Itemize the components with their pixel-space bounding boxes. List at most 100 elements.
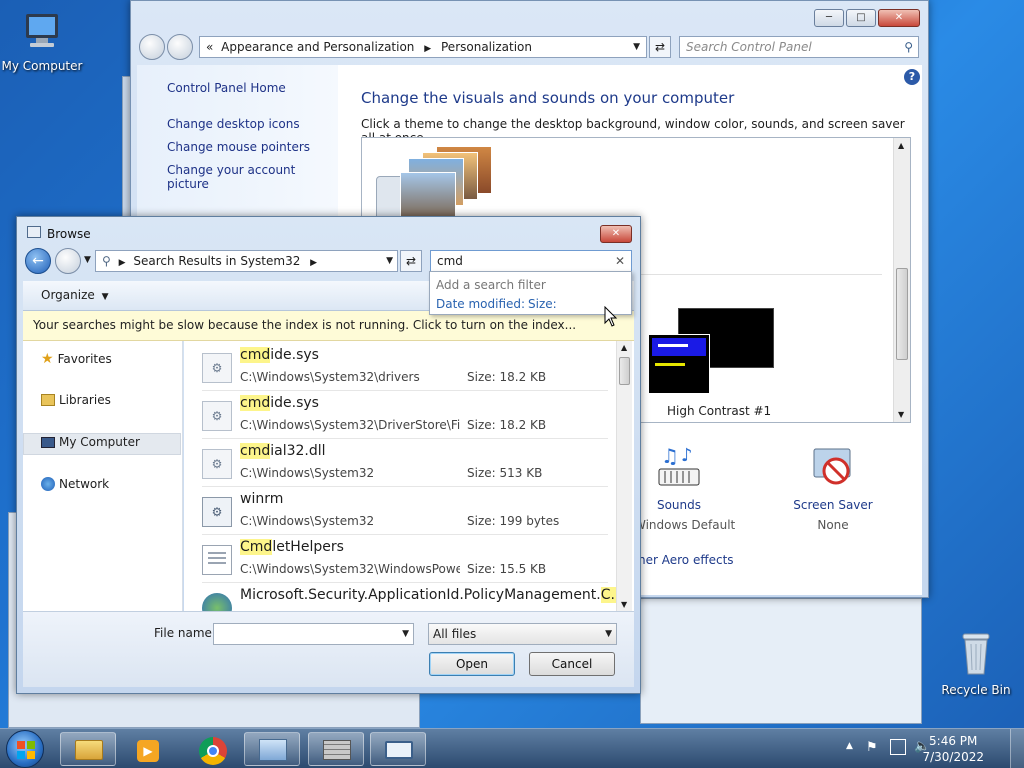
file-name-dropdown-icon[interactable]: ▼ — [402, 624, 409, 644]
tray-network-icon[interactable] — [890, 739, 906, 755]
nav-change-desktop-icons[interactable]: Change desktop icons — [167, 117, 300, 131]
dialog-back-button[interactable]: ← — [25, 248, 51, 274]
aero-effects-link[interactable]: her Aero effects — [638, 553, 734, 567]
nav-favorites[interactable]: ★ Favorites — [41, 351, 112, 367]
history-dropdown-icon[interactable]: ▼ — [84, 255, 91, 265]
address-bar[interactable]: « Appearance and Personalization ▶ Perso… — [199, 36, 647, 58]
maximize-button[interactable]: □ — [846, 9, 876, 27]
result-row[interactable]: ⚙ cmdide.sys C:\Windows\System32\DriverS… — [202, 391, 608, 439]
theme-thumbnail-landscapes[interactable] — [376, 142, 496, 220]
background-window-3 — [640, 598, 922, 724]
computer-icon — [26, 14, 58, 47]
search-icon[interactable]: ⚲ — [904, 37, 913, 57]
close-button[interactable]: ✕ — [878, 9, 920, 27]
scroll-thumb[interactable] — [619, 357, 630, 385]
tray-flag-icon[interactable]: ⚑ — [866, 740, 878, 755]
show-desktop-button[interactable] — [1010, 729, 1024, 768]
help-icon[interactable]: ? — [904, 69, 920, 85]
dialog-search-input[interactable]: cmd ✕ — [430, 250, 632, 272]
chrome-icon — [199, 737, 227, 765]
screen-saver-label: Screen Saver — [793, 498, 873, 512]
start-button[interactable] — [6, 730, 44, 768]
sounds-item[interactable]: ♫ ♪ Sounds Windows Default — [634, 443, 735, 532]
svg-text:♫: ♫ — [661, 444, 679, 468]
dialog-refresh-button[interactable]: ⇄ — [400, 250, 422, 272]
scroll-up-icon[interactable]: ▲ — [621, 343, 627, 352]
taskbar-chrome-button[interactable] — [184, 732, 240, 766]
dialog-navigation-pane: ★ Favorites Libraries My Computer Networ… — [23, 341, 183, 611]
breadcrumb-search-results[interactable]: Search Results in System32 — [133, 254, 300, 268]
cancel-button[interactable]: Cancel — [529, 652, 615, 676]
file-name-rest: ide.sys — [270, 347, 319, 363]
result-row[interactable]: ⚙ cmdide.sys C:\Windows\System32\drivers… — [202, 343, 608, 391]
minimize-button[interactable]: ─ — [814, 9, 844, 27]
scroll-up-icon[interactable]: ▲ — [898, 141, 904, 150]
theme-thumbnail-high-contrast[interactable] — [648, 308, 774, 398]
scroll-down-icon[interactable]: ▼ — [898, 410, 904, 419]
taskbar-control-panel-button[interactable] — [244, 732, 300, 766]
screen-saver-item[interactable]: Screen Saver None — [778, 443, 888, 532]
taskbar-explorer-button[interactable] — [60, 732, 116, 766]
search-control-panel-input[interactable]: Search Control Panel ⚲ — [679, 36, 919, 58]
nav-change-mouse-pointers[interactable]: Change mouse pointers — [167, 140, 310, 154]
nav-label: My Computer — [59, 435, 140, 449]
result-row[interactable]: ⚙ winrm C:\Windows\System32 Size: 199 by… — [202, 487, 608, 535]
filter-size[interactable]: Size: — [528, 297, 557, 311]
breadcrumb-appearance[interactable]: Appearance and Personalization — [221, 40, 414, 54]
star-icon: ★ — [41, 351, 54, 367]
result-row[interactable]: ⚙ cmdial32.dll C:\Windows\System32 Size:… — [202, 439, 608, 487]
refresh-button[interactable]: ⇄ — [649, 36, 671, 58]
tray-show-hidden-icon[interactable]: ▲ — [846, 741, 853, 751]
address-dropdown-icon[interactable]: ▼ — [633, 37, 640, 57]
scroll-down-icon[interactable]: ▼ — [621, 600, 627, 609]
nav-control-panel-home[interactable]: Control Panel Home — [167, 81, 286, 95]
taskbar-app-button[interactable] — [308, 732, 364, 766]
taskbar-media-player-button[interactable]: ▶ — [120, 732, 176, 766]
file-type-dropdown-icon[interactable]: ▼ — [605, 624, 612, 644]
taskbar-browse-button[interactable] — [370, 732, 426, 766]
desktop-icon-my-computer[interactable]: My Computer — [0, 10, 84, 73]
file-name-input[interactable]: ▼ — [213, 623, 414, 645]
organize-label: Organize — [41, 288, 95, 302]
taskbar-clock[interactable]: 5:46 PM 7/30/2022 — [922, 733, 984, 765]
script-file-icon: ⚙ — [202, 497, 232, 527]
window-caption-buttons: ─ □ ✕ — [814, 9, 920, 27]
search-folder-icon: ⚲ — [102, 254, 111, 268]
dialog-forward-button[interactable] — [55, 248, 81, 274]
clear-search-icon[interactable]: ✕ — [615, 251, 625, 271]
file-size: Size: 15.5 KB — [467, 562, 547, 576]
desktop-icon-recycle-bin[interactable]: Recycle Bin — [934, 630, 1018, 697]
file-path: C:\Windows\System32\drivers — [240, 370, 420, 384]
nav-my-computer[interactable]: My Computer — [41, 435, 140, 449]
nav-libraries[interactable]: Libraries — [41, 393, 111, 407]
filter-date-modified[interactable]: Date modified: — [436, 297, 525, 311]
recycle-bin-icon — [962, 633, 990, 675]
nav-network[interactable]: Network — [41, 477, 109, 491]
file-size: Size: 18.2 KB — [467, 418, 547, 432]
computer-icon — [41, 436, 55, 448]
result-row[interactable]: CmdletHelpers C:\Windows\System32\Window… — [202, 535, 608, 583]
sounds-label: Sounds — [656, 498, 702, 512]
nav-change-account-picture[interactable]: Change your account picture — [167, 163, 338, 191]
dialog-close-button[interactable]: ✕ — [600, 225, 632, 243]
mouse-cursor-icon — [604, 306, 618, 327]
search-query: cmd — [437, 254, 463, 268]
back-button[interactable] — [139, 34, 165, 60]
index-warning-bar[interactable]: Your searches might be slow because the … — [23, 311, 634, 341]
breadcrumb-personalization[interactable]: Personalization — [441, 40, 532, 54]
open-button[interactable]: Open — [429, 652, 515, 676]
address-dropdown-icon[interactable]: ▼ — [386, 251, 393, 271]
file-type-select[interactable]: All files ▼ — [428, 623, 617, 645]
file-name-match: cmd — [240, 347, 271, 363]
dialog-address-bar[interactable]: ⚲ ▶ Search Results in System32 ▶ ▼ — [95, 250, 398, 272]
results-scrollbar[interactable]: ▲ ▼ — [616, 341, 632, 611]
search-results-list: ⚙ cmdide.sys C:\Windows\System32\drivers… — [184, 341, 634, 611]
browse-window-icon — [27, 226, 41, 238]
forward-button[interactable] — [167, 34, 193, 60]
scroll-thumb[interactable] — [896, 268, 908, 360]
result-row[interactable]: Microsoft.Security.ApplicationId.PolicyM… — [202, 583, 624, 611]
organize-button[interactable]: Organize ▼ — [41, 288, 109, 302]
breadcrumb-separator-icon: ▶ — [118, 258, 126, 268]
search-filter-hint: Add a search filter — [436, 278, 546, 292]
theme-gallery-scrollbar[interactable]: ▲ ▼ — [893, 138, 910, 422]
